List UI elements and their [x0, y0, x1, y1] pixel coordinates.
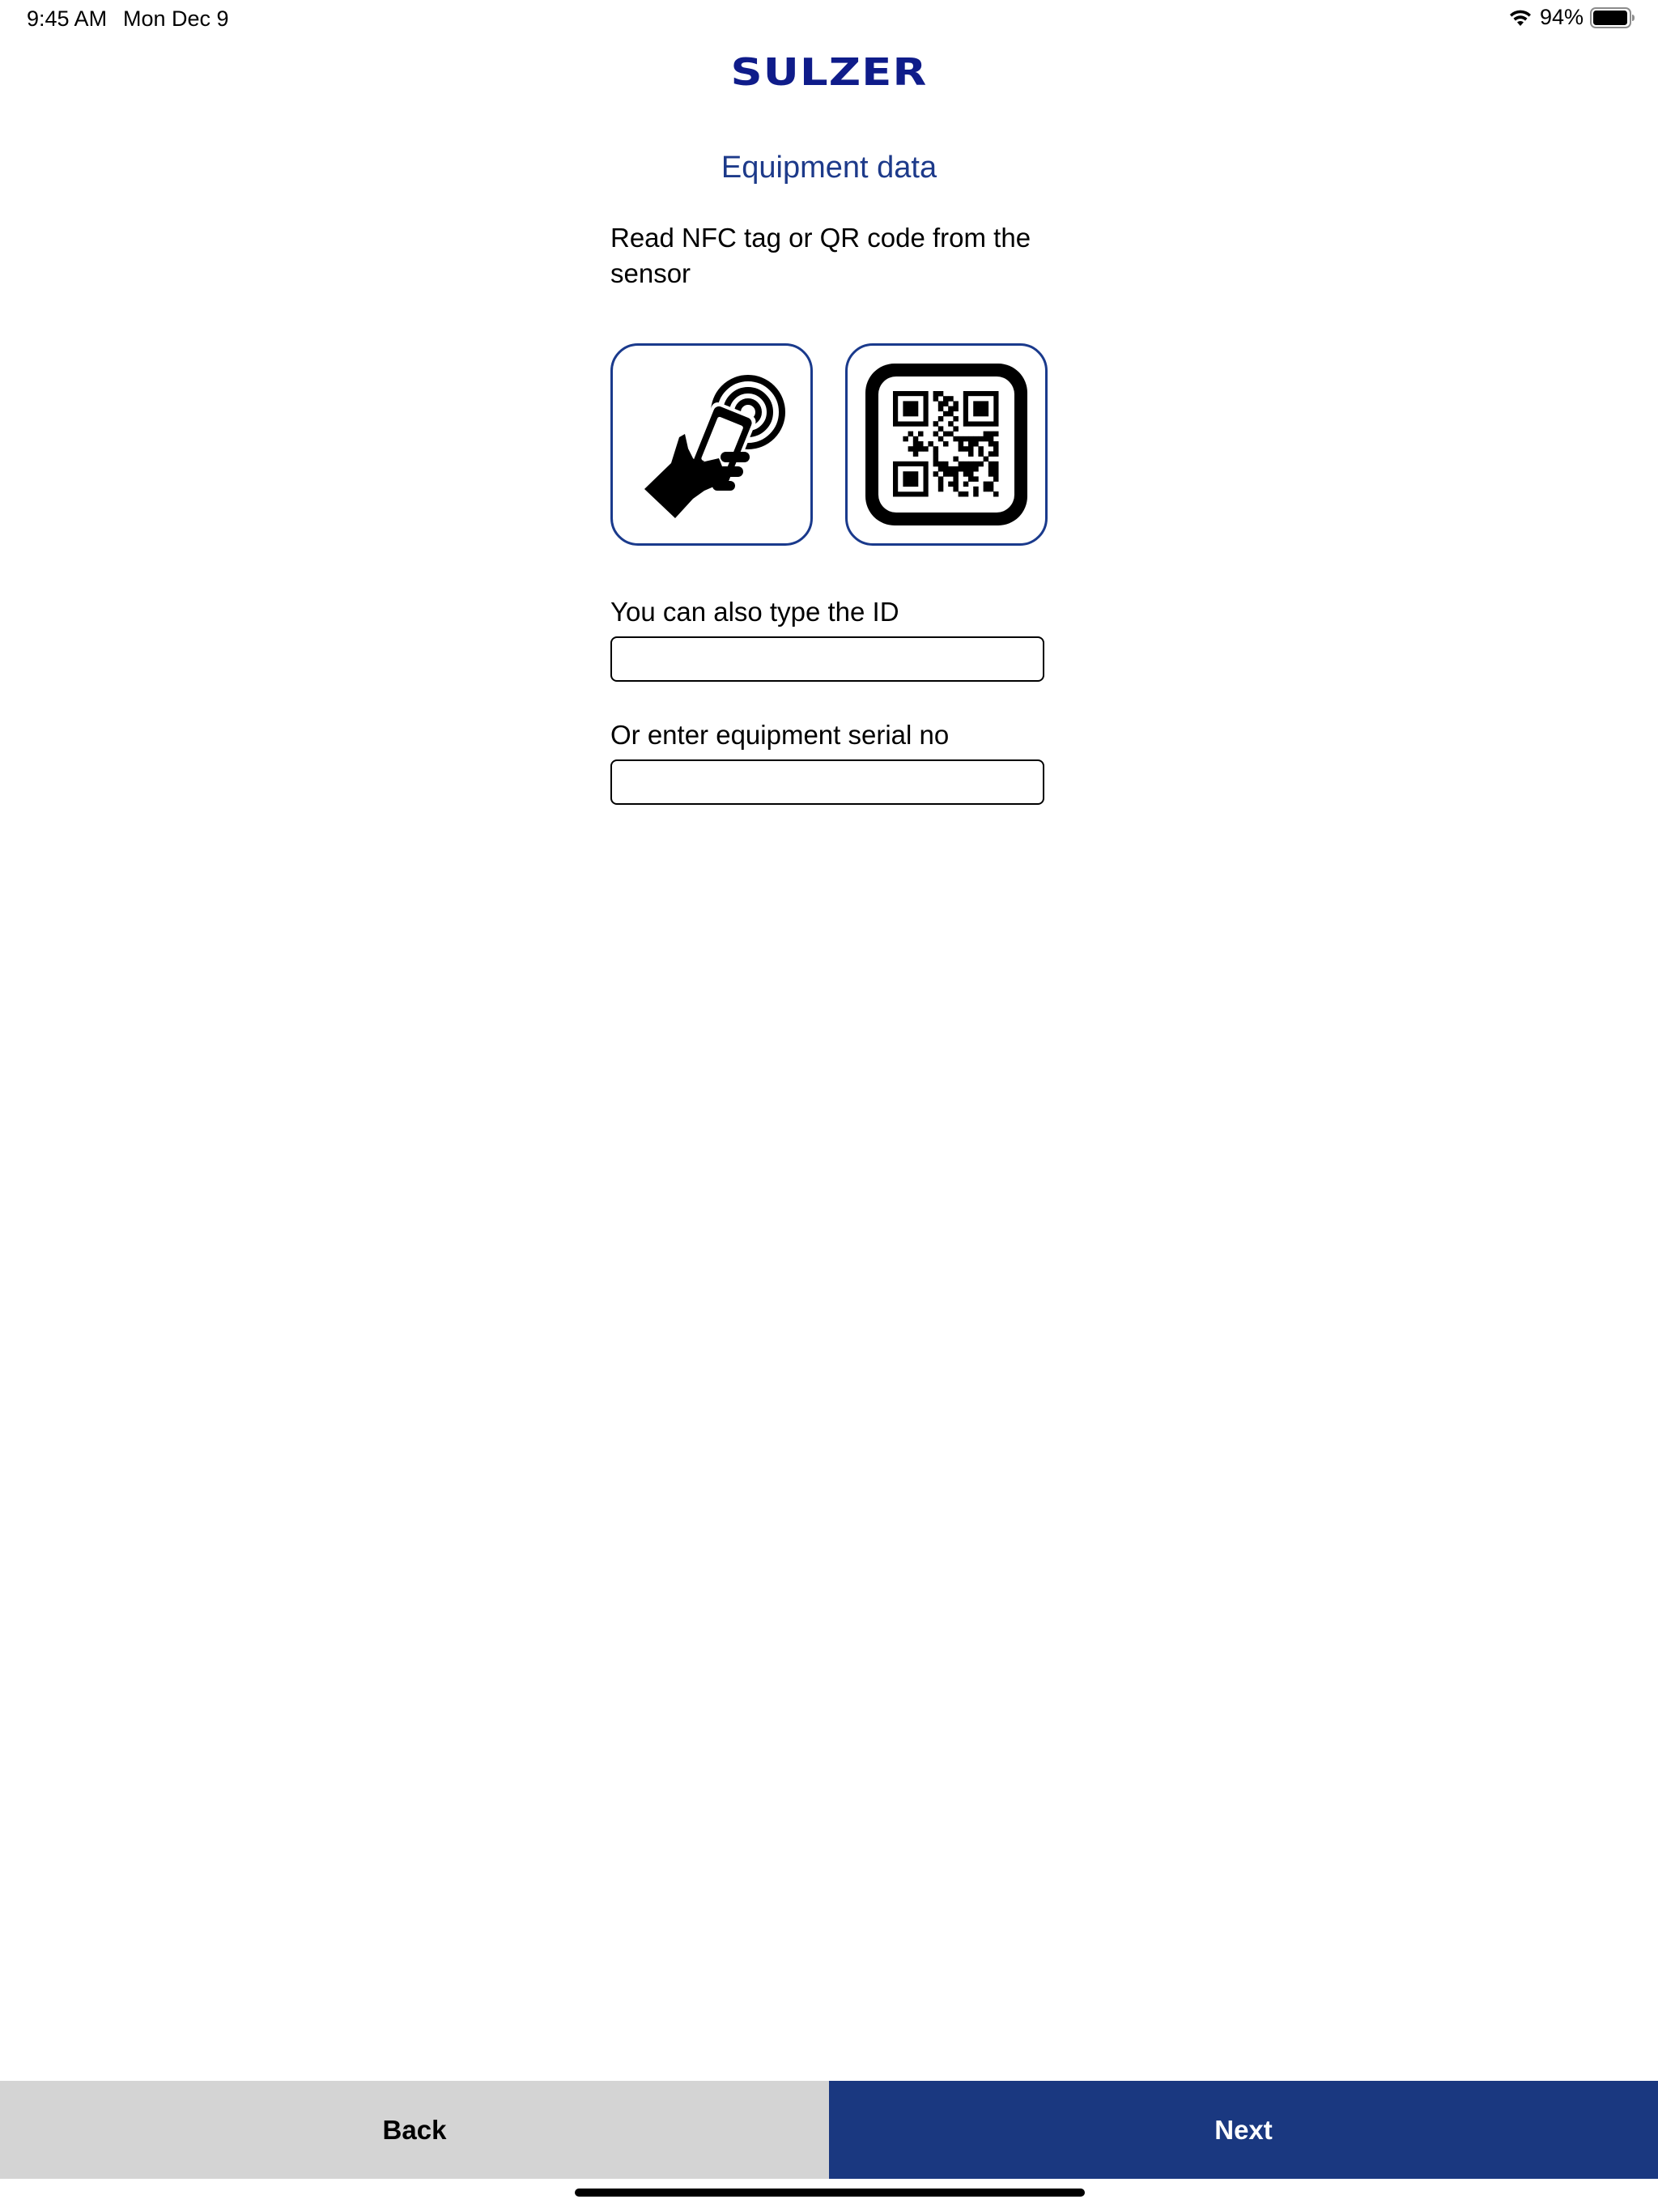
page-title: Equipment data	[721, 151, 937, 185]
equipment-data-screen: 9:45 AM Mon Dec 9 94% SULZER Equipment d…	[0, 0, 1658, 2212]
back-button[interactable]: Back	[0, 2081, 829, 2179]
serial-field-label: Or enter equipment serial no	[610, 720, 950, 750]
sulzer-logo: SULZER	[730, 50, 928, 94]
status-right: 94%	[1507, 5, 1635, 30]
status-date: Mon Dec 9	[123, 6, 229, 31]
nfc-phone-hand-icon	[644, 375, 785, 518]
status-time: 9:45 AM	[27, 6, 108, 31]
instructions-text: Read NFC tag or QR code from the sensor	[610, 223, 1031, 288]
read-nfc-button[interactable]	[610, 343, 813, 546]
serial-input[interactable]	[610, 759, 1044, 805]
battery-percent: 94%	[1539, 5, 1584, 29]
id-input[interactable]	[610, 636, 1044, 682]
home-indicator[interactable]	[575, 2189, 1085, 2197]
next-button[interactable]: Next	[829, 2081, 1658, 2179]
id-field-label: You can also type the ID	[610, 597, 899, 627]
scan-buttons	[610, 343, 1049, 546]
equipment-form: Read NFC tag or QR code from the sensor	[610, 220, 1049, 805]
status-bar: 9:45 AM Mon Dec 9 94%	[0, 0, 1658, 39]
battery-icon	[1590, 6, 1635, 28]
qr-code-icon	[865, 364, 1027, 525]
wifi-icon	[1509, 10, 1531, 26]
scan-qr-button[interactable]	[845, 343, 1048, 546]
bottom-navigation: Back Next	[0, 2081, 1658, 2179]
